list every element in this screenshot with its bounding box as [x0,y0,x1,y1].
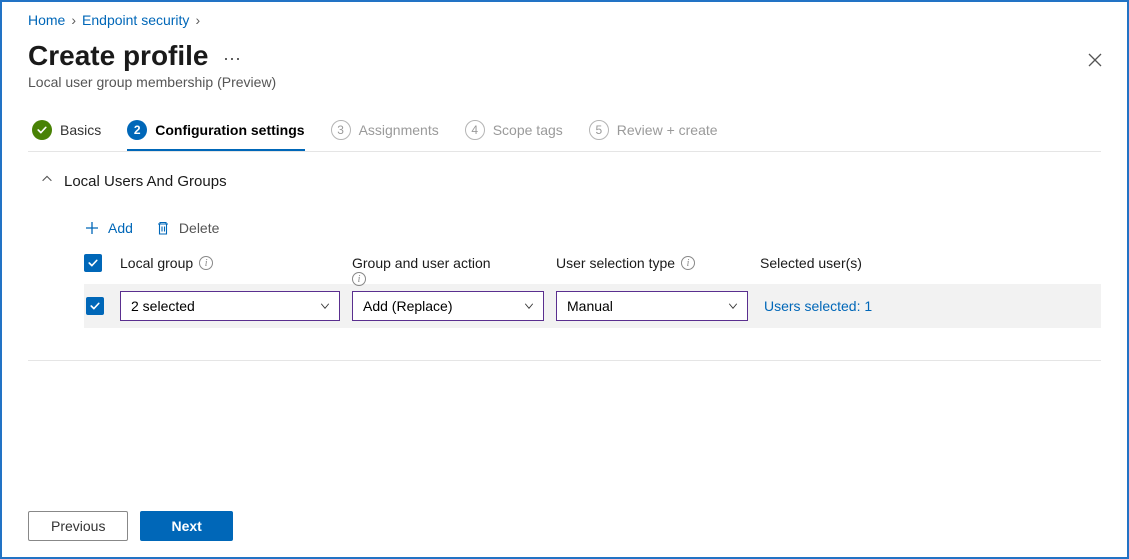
group-action-value: Add (Replace) [363,298,453,314]
breadcrumb-endpoint-security[interactable]: Endpoint security [82,12,189,28]
column-selected-users: Selected user(s) [760,255,862,271]
breadcrumb: Home › Endpoint security › [28,12,1101,28]
section-title: Local Users And Groups [64,173,227,190]
page-title: Create profile [28,40,209,72]
info-icon[interactable]: i [352,272,366,286]
plus-icon [84,220,100,236]
column-local-group: Local group [120,255,193,271]
trash-icon [155,220,171,236]
page-subtitle: Local user group membership (Preview) [28,74,276,90]
tab-scope-label: Scope tags [493,122,563,138]
column-selection-type: User selection type [556,255,675,271]
section-toggle-local-users-groups[interactable]: Local Users And Groups [40,172,1101,190]
tab-basics-label: Basics [60,122,101,138]
delete-label: Delete [179,220,219,236]
selected-users-link[interactable]: Users selected: 1 [764,298,872,314]
tab-review-label: Review + create [617,122,718,138]
tab-basics[interactable]: Basics [32,120,101,151]
step-number-icon: 3 [331,120,351,140]
previous-button[interactable]: Previous [28,511,128,541]
tab-assignments[interactable]: 3 Assignments [331,120,439,151]
tab-scope-tags[interactable]: 4 Scope tags [465,120,563,151]
chevron-down-icon [727,300,739,312]
local-group-dropdown[interactable]: 2 selected [120,291,340,321]
check-icon [32,120,52,140]
selection-type-dropdown[interactable]: Manual [556,291,748,321]
step-number-icon: 2 [127,120,147,140]
close-button[interactable] [1083,48,1107,77]
tab-review-create[interactable]: 5 Review + create [589,120,718,151]
tab-assignments-label: Assignments [359,122,439,138]
step-number-icon: 5 [589,120,609,140]
group-action-dropdown[interactable]: Add (Replace) [352,291,544,321]
wizard-tabs: Basics 2 Configuration settings 3 Assign… [28,120,1101,152]
chevron-up-icon [40,172,54,190]
next-button[interactable]: Next [140,511,232,541]
chevron-right-icon: › [195,12,200,28]
table-row: 2 selected Add (Replace) Manual Users se… [84,284,1101,328]
tab-config-label: Configuration settings [155,122,304,138]
chevron-down-icon [319,300,331,312]
step-number-icon: 4 [465,120,485,140]
chevron-right-icon: › [71,12,76,28]
add-label: Add [108,220,133,236]
tab-configuration-settings[interactable]: 2 Configuration settings [127,120,304,151]
info-icon[interactable]: i [199,256,213,270]
column-group-action: Group and user action [352,255,491,271]
select-all-checkbox[interactable] [84,254,102,272]
local-group-value: 2 selected [131,298,195,314]
more-menu-button[interactable]: ⋯ [223,49,241,69]
delete-button[interactable]: Delete [155,220,219,236]
info-icon[interactable]: i [681,256,695,270]
add-button[interactable]: Add [84,220,133,236]
breadcrumb-home[interactable]: Home [28,12,65,28]
row-checkbox[interactable] [86,297,104,315]
selection-type-value: Manual [567,298,613,314]
chevron-down-icon [523,300,535,312]
